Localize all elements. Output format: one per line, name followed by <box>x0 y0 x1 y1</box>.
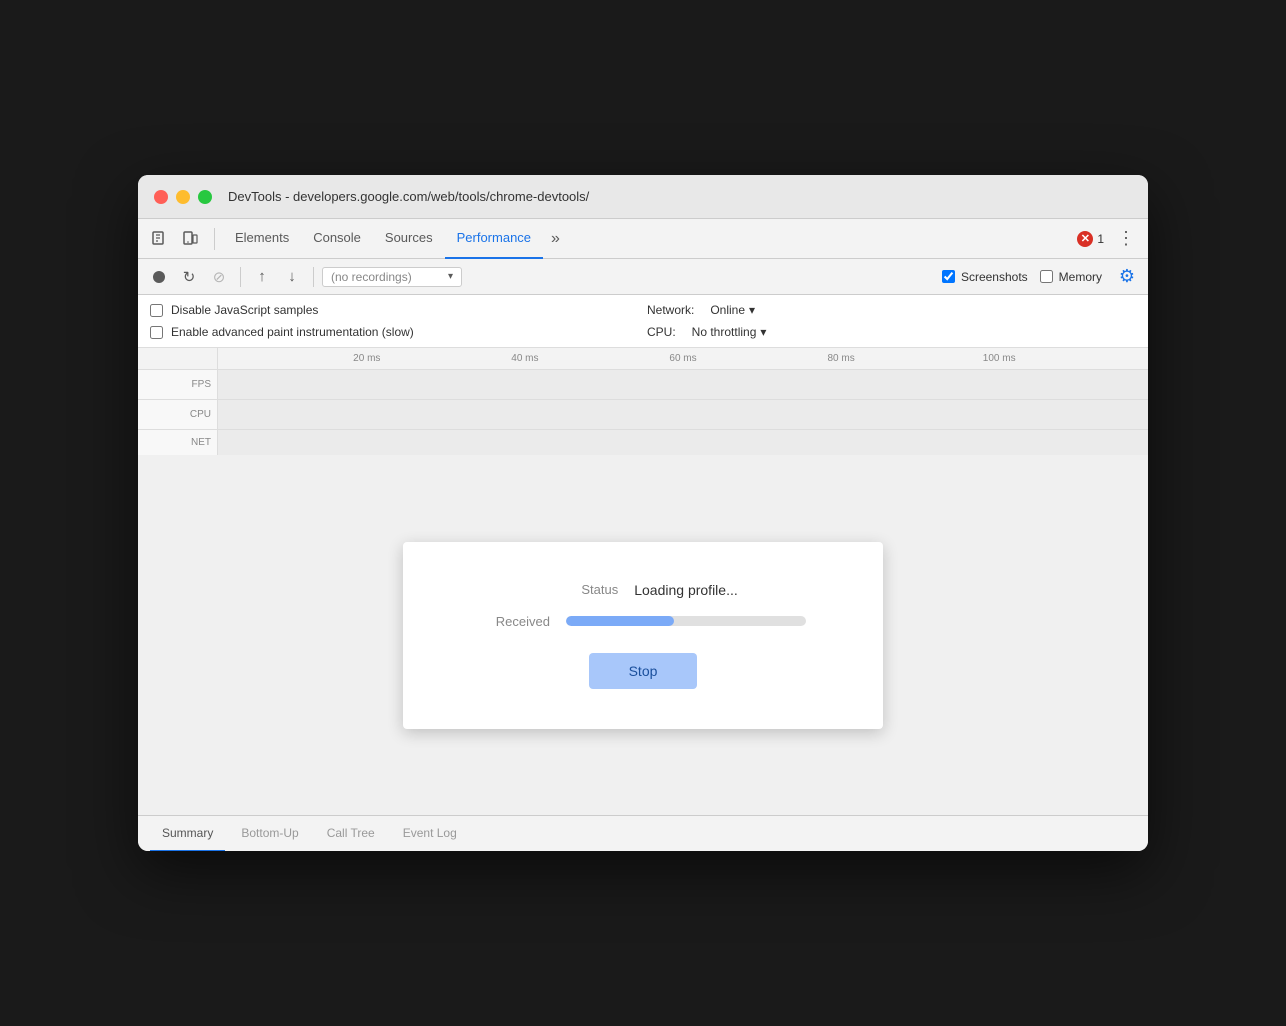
upload-icon: ↑ <box>258 268 266 285</box>
disable-js-samples-label[interactable]: Disable JavaScript samples <box>171 303 318 317</box>
received-row: Received <box>463 614 823 629</box>
memory-checkbox-label[interactable]: Memory <box>1040 270 1102 284</box>
window-title: DevTools - developers.google.com/web/too… <box>228 189 589 204</box>
toolbar-separator-2 <box>313 267 314 287</box>
net-label: NET <box>138 430 217 455</box>
status-label: Status <box>548 582 618 597</box>
stop-button[interactable]: Stop <box>589 653 698 689</box>
network-dropdown-arrow: ▾ <box>749 303 755 317</box>
traffic-lights <box>154 190 212 204</box>
toolbar-separator-1 <box>240 267 241 287</box>
bottom-tab-summary[interactable]: Summary <box>150 816 225 852</box>
tab-bar-right: ✕ 1 ⋮ <box>1077 225 1140 253</box>
reload-record-button[interactable]: ↻ <box>176 264 202 290</box>
tick-80ms: 80 ms <box>827 353 854 364</box>
screenshots-section: Screenshots Memory ⚙ <box>942 264 1140 290</box>
inspect-element-icon[interactable] <box>146 225 174 253</box>
error-badge[interactable]: ✕ 1 <box>1077 231 1104 247</box>
status-row: Status Loading profile... <box>463 582 823 598</box>
screenshots-checkbox[interactable] <box>942 270 955 283</box>
devtools-tab-bar: Elements Console Sources Performance » ✕… <box>138 219 1148 259</box>
performance-toolbar: ↻ ⊘ ↑ ↓ (no recordings) ▾ Screenshots Me… <box>138 259 1148 295</box>
bottom-tab-call-tree[interactable]: Call Tree <box>315 816 387 852</box>
timeline-track-area <box>218 370 1148 455</box>
cpu-dropdown[interactable]: No throttling ▾ <box>692 325 767 339</box>
bottom-tab-bar: Summary Bottom-Up Call Tree Event Log <box>138 815 1148 851</box>
enable-paint-label[interactable]: Enable advanced paint instrumentation (s… <box>171 325 414 339</box>
settings-gear-button[interactable]: ⚙ <box>1114 264 1140 290</box>
timeline-left-pad <box>138 348 218 369</box>
upload-button[interactable]: ↑ <box>249 264 275 290</box>
record-button[interactable] <box>146 264 172 290</box>
progress-bar <box>566 616 806 626</box>
maximize-button[interactable] <box>198 190 212 204</box>
settings-bar: Disable JavaScript samples Network: Onli… <box>138 295 1148 348</box>
received-label: Received <box>480 614 550 629</box>
cpu-label: CPU <box>138 400 217 430</box>
more-tabs-button[interactable]: » <box>543 219 568 259</box>
tick-60ms: 60 ms <box>669 353 696 364</box>
more-options-button[interactable]: ⋮ <box>1112 225 1140 253</box>
download-button[interactable]: ↓ <box>279 264 305 290</box>
dropdown-arrow-icon: ▾ <box>448 271 453 282</box>
recording-select[interactable]: (no recordings) ▾ <box>322 267 462 287</box>
tab-sources[interactable]: Sources <box>373 219 445 259</box>
tab-performance[interactable]: Performance <box>445 219 543 259</box>
net-track <box>218 430 1148 455</box>
close-button[interactable] <box>154 190 168 204</box>
bottom-tab-bottom-up[interactable]: Bottom-Up <box>229 816 310 852</box>
fps-label: FPS <box>138 370 217 400</box>
disable-js-samples-row: Disable JavaScript samples <box>150 303 639 317</box>
tab-elements[interactable]: Elements <box>223 219 301 259</box>
fps-track <box>218 370 1148 400</box>
disable-js-samples-checkbox[interactable] <box>150 304 163 317</box>
tab-separator <box>214 228 215 250</box>
main-content: Status Loading profile... Received Stop <box>138 455 1148 815</box>
minimize-button[interactable] <box>176 190 190 204</box>
enable-paint-row: Enable advanced paint instrumentation (s… <box>150 325 639 339</box>
device-toolbar-icon[interactable] <box>176 225 204 253</box>
cpu-label: CPU: <box>647 325 676 339</box>
cpu-track <box>218 400 1148 430</box>
network-label: Network: <box>647 303 694 317</box>
reload-icon: ↻ <box>183 268 196 286</box>
titlebar: DevTools - developers.google.com/web/too… <box>138 175 1148 219</box>
bottom-tab-event-log[interactable]: Event Log <box>391 816 469 852</box>
record-circle-icon <box>153 271 165 283</box>
tick-20ms: 20 ms <box>353 353 380 364</box>
tick-100ms: 100 ms <box>983 353 1016 364</box>
network-row: Network: Online ▾ <box>647 303 1136 317</box>
cpu-row: CPU: No throttling ▾ <box>647 325 1136 339</box>
progress-bar-fill <box>566 616 674 626</box>
error-icon: ✕ <box>1077 231 1093 247</box>
timeline-ticks: 20 ms 40 ms 60 ms 80 ms 100 ms <box>218 348 1148 369</box>
status-value: Loading profile... <box>634 582 738 598</box>
timeline-header: 20 ms 40 ms 60 ms 80 ms 100 ms <box>138 348 1148 370</box>
clear-button[interactable]: ⊘ <box>206 264 232 290</box>
memory-checkbox[interactable] <box>1040 270 1053 283</box>
tab-console[interactable]: Console <box>301 219 373 259</box>
timeline-tracks: FPS CPU NET <box>138 370 1148 455</box>
network-dropdown[interactable]: Online ▾ <box>710 303 755 317</box>
timeline-labels: FPS CPU NET <box>138 370 218 455</box>
enable-paint-checkbox[interactable] <box>150 326 163 339</box>
screenshots-checkbox-label[interactable]: Screenshots <box>942 270 1028 284</box>
devtools-window: DevTools - developers.google.com/web/too… <box>138 175 1148 851</box>
tick-40ms: 40 ms <box>511 353 538 364</box>
clear-icon: ⊘ <box>213 268 226 286</box>
loading-dialog: Status Loading profile... Received Stop <box>403 542 883 729</box>
download-icon: ↓ <box>288 268 296 285</box>
cpu-dropdown-arrow: ▾ <box>760 325 766 339</box>
